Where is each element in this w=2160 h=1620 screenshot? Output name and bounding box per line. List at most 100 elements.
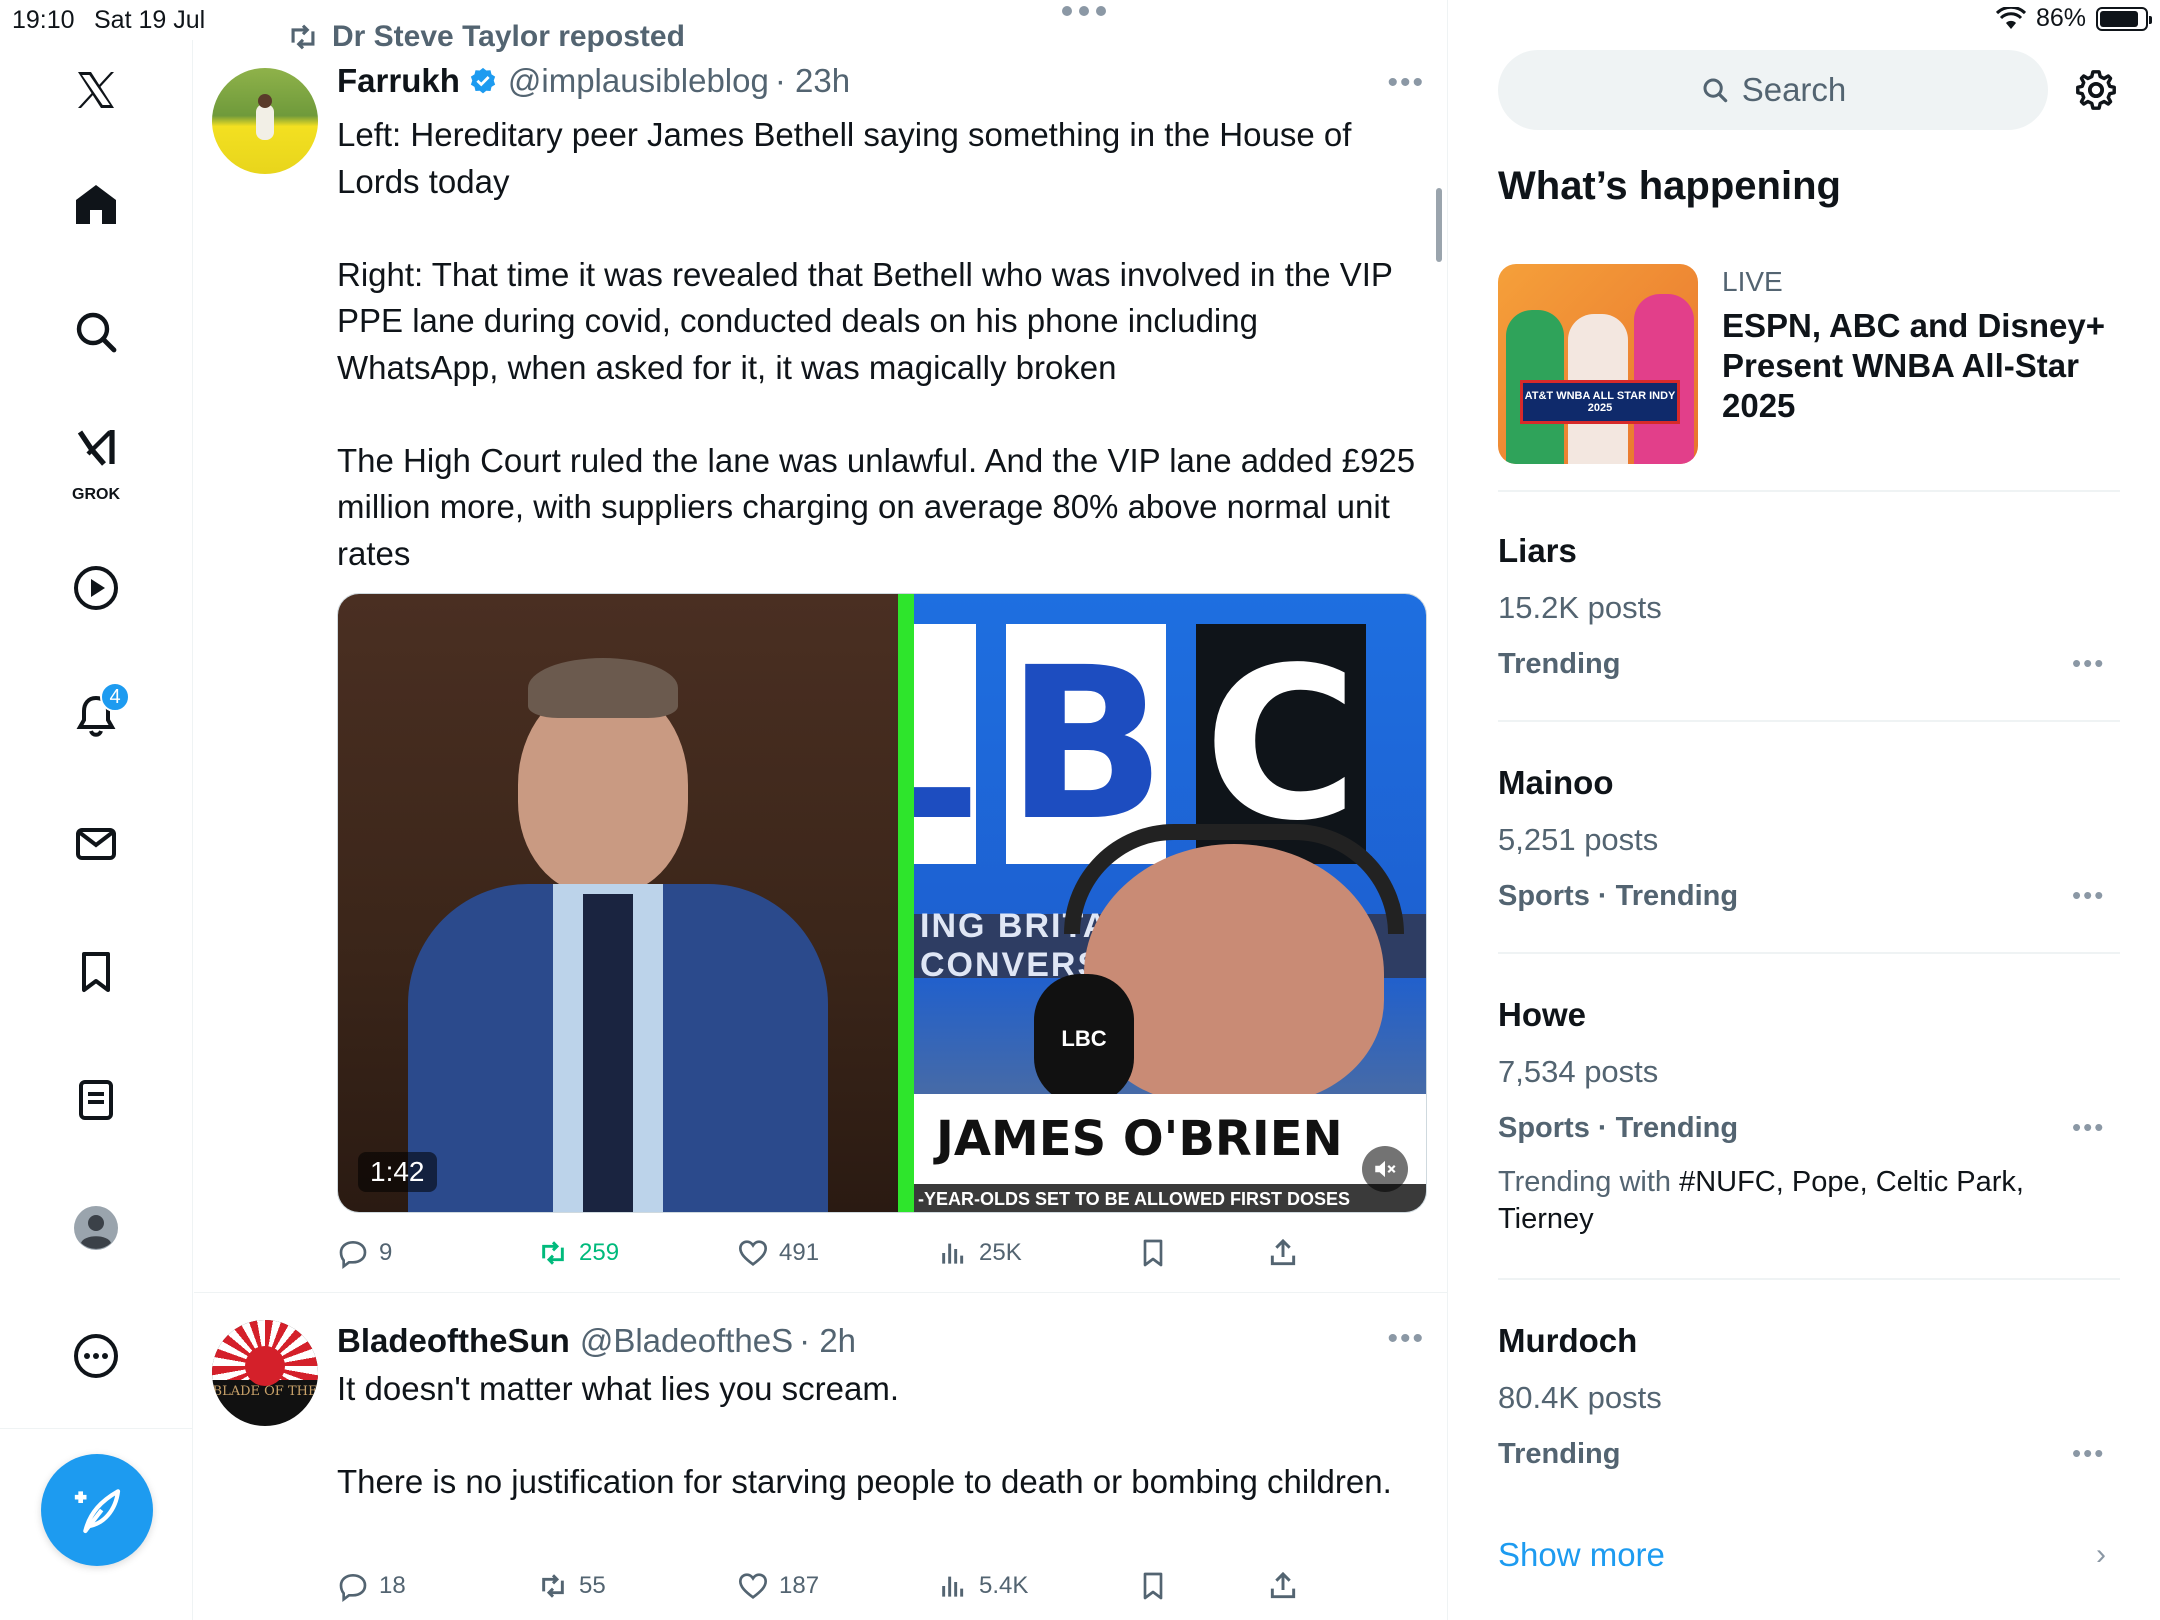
trend-divider [1498,720,2120,722]
home-icon[interactable] [56,164,136,244]
trend-name[interactable]: Howe [1498,996,1586,1034]
heart-icon [738,1573,768,1600]
video-icon[interactable] [56,548,136,628]
repost-icon [291,24,315,50]
live-event-thumbnail[interactable]: AT&T WNBA ALL STAR INDY 2025 [1498,264,1698,464]
search-input[interactable]: Search [1498,50,2048,130]
trend-more-icon[interactable]: ••• [2072,1112,2105,1143]
section-title: What’s happening [1498,164,1841,208]
status-date: Sat 19 Jul [94,6,206,34]
author-name[interactable]: BladeoftheSun [337,1322,570,1360]
trend-related-prefix: Trending with [1498,1166,1680,1198]
bell-icon[interactable]: 4 [56,676,136,756]
author-handle[interactable]: @implausibleblog [508,62,769,100]
trend-category: Trending [1498,648,1621,680]
trend-name[interactable]: Murdoch [1498,1322,1637,1360]
trend-more-icon[interactable]: ••• [2072,1438,2105,1469]
trend-divider [1498,1278,2120,1280]
trend-divider [1498,490,2120,492]
mute-icon[interactable] [1362,1146,1408,1192]
trend-name[interactable]: Mainoo [1498,764,1613,802]
share-icon [1270,1571,1296,1599]
like-button[interactable]: 491 [737,1237,819,1269]
compose-button[interactable] [41,1454,153,1566]
timeline: Dr Steve Taylor reposted Farrukh @implau… [194,0,1448,1620]
settings-button[interactable] [2070,64,2122,116]
like-count: 187 [779,1572,820,1599]
repost-icon [542,1574,564,1598]
avatar-bladeofthesun[interactable]: BLADE OF THE [212,1320,318,1426]
chevron-right-icon[interactable]: › [2096,1538,2106,1572]
views-icon [942,1576,964,1597]
live-event-title[interactable]: ESPN, ABC and Disney+ Present WNBA All-S… [1722,306,2122,426]
scrollbar-thumb[interactable] [1436,188,1442,262]
heart-icon [738,1240,768,1267]
post-text: Left: Hereditary peer James Bethell sayi… [337,116,1416,572]
video-left-frame [338,594,898,1212]
reply-button[interactable]: 9 [337,1237,392,1269]
trend-divider [1498,952,2120,954]
post-header: BladeoftheSun @BladeoftheS · 2h [337,1322,856,1360]
grok-icon[interactable]: GROK [56,420,136,503]
more-icon[interactable] [56,1316,136,1396]
like-count: 491 [779,1239,820,1266]
trend-count: 5,251 posts [1498,822,1659,857]
post-header: Farrukh @implausibleblog · 23h [337,62,850,100]
avatar-text: BLADE OF THE [212,1384,318,1399]
author-name[interactable]: Farrukh [337,62,460,100]
post-video[interactable]: L B C ING BRITAIN'S CONVERSATION LBC JAM… [337,593,1427,1213]
reply-icon [339,1240,367,1269]
right-sidebar: Search What’s happening AT&T WNBA ALL ST… [1450,0,2160,1620]
lbc-letter-l: L [914,624,976,864]
post-actions: 18 55 187 5.4K [337,1570,1337,1610]
views-button[interactable]: 25K [937,1237,1022,1269]
lbc-name-caption: JAMES O'BRIEN [914,1094,1426,1184]
repost-count: 259 [579,1239,620,1266]
post-text: It doesn't matter what lies you scream. … [337,1370,1392,1500]
trend-name[interactable]: Liars [1498,532,1577,570]
reply-count: 18 [379,1572,406,1599]
share-button[interactable] [1267,1237,1299,1269]
reply-icon [339,1573,367,1602]
left-navigation: GROK 4 [0,40,193,1620]
bookmark-icon [1143,1572,1163,1600]
repost-by-label: Dr Steve Taylor reposted [332,20,685,53]
post-more-icon[interactable]: ••• [1387,1322,1425,1356]
status-time: 19:10 [12,6,75,34]
grok-label: GROK [72,486,120,503]
repost-button[interactable]: 259 [537,1237,619,1269]
repost-icon [542,1241,564,1265]
video-duration: 1:42 [358,1152,437,1192]
repost-button[interactable]: 55 [537,1570,606,1602]
trend-category: Trending [1498,1438,1621,1470]
bookmark-button[interactable] [1137,1570,1169,1602]
avatar-farrukh[interactable] [212,68,318,174]
trend-count: 7,534 posts [1498,1054,1659,1089]
share-button[interactable] [1267,1570,1299,1602]
video-right-frame: L B C ING BRITAIN'S CONVERSATION LBC JAM… [914,594,1426,1212]
x-logo-icon[interactable] [56,50,136,130]
author-handle[interactable]: @BladeoftheS [580,1322,793,1360]
trend-more-icon[interactable]: ••• [2072,880,2105,911]
compose-icon [74,1489,121,1534]
reply-button[interactable]: 18 [337,1570,406,1602]
lists-icon[interactable] [56,1060,136,1140]
trend-count: 15.2K posts [1498,590,1662,625]
views-button[interactable]: 5.4K [937,1570,1028,1602]
views-count: 5.4K [979,1572,1029,1599]
show-more-link[interactable]: Show more [1498,1536,1665,1574]
notification-badge: 4 [100,682,130,712]
profile-icon[interactable] [56,1188,136,1268]
search-placeholder: Search [1741,71,1847,108]
trend-more-icon[interactable]: ••• [2072,648,2105,679]
mail-icon[interactable] [56,804,136,884]
search-icon[interactable] [56,292,136,372]
trend-category: Sports · Trending [1498,1112,1739,1144]
views-icon [942,1243,964,1264]
bookmark-button[interactable] [1137,1237,1169,1269]
like-button[interactable]: 187 [737,1570,819,1602]
repost-context[interactable]: Dr Steve Taylor reposted [286,20,685,54]
post-actions: 9 259 491 25K [337,1237,1337,1277]
post-more-icon[interactable]: ••• [1387,66,1425,100]
bookmark-icon[interactable] [56,932,136,1012]
